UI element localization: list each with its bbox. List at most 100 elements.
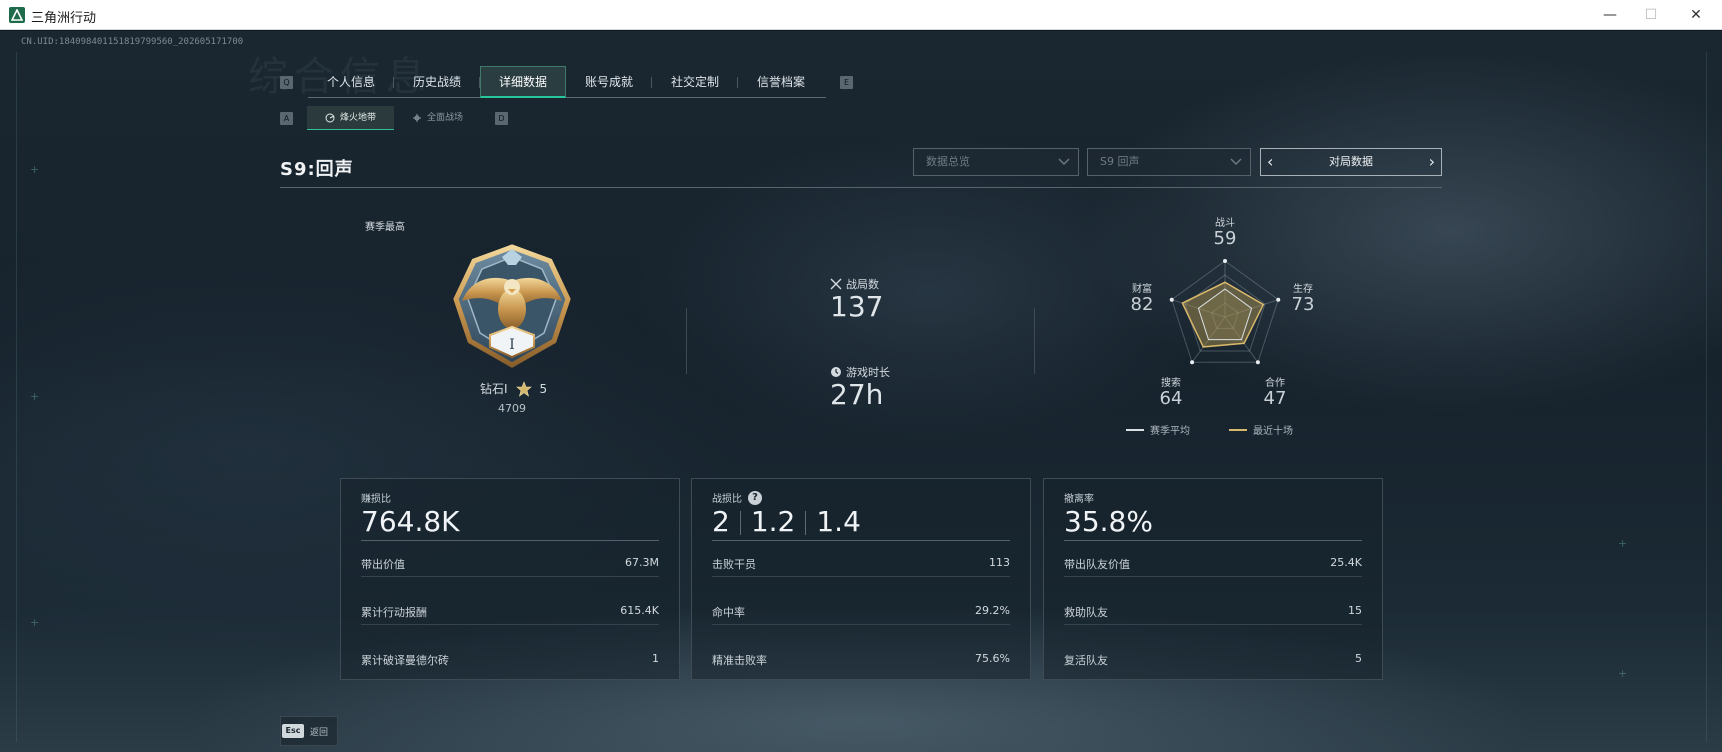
data-mode-select[interactable]: 数据总览 — [913, 148, 1079, 176]
stat-row-value: 615.4K — [620, 604, 659, 617]
stat-row-label: 带出队友价值 — [1064, 558, 1130, 571]
kd-values: 2 1.2 1.4 — [712, 505, 861, 538]
rank-badge-icon: I — [453, 244, 571, 368]
stat-row-label: 带出价值 — [361, 558, 405, 571]
profit-value: 764.8K — [361, 505, 460, 538]
stat-row: 带出队友价值 25.4K — [1064, 556, 1362, 592]
mode-subtabs: 烽火地带 全面战场 — [307, 106, 481, 130]
crossed-swords-icon — [830, 278, 842, 290]
stat-row: 命中率 29.2% — [712, 604, 1010, 640]
clock-icon — [831, 367, 841, 377]
tab-social[interactable]: 社交定制 — [652, 67, 738, 97]
profit-card: 赚损比 764.8K 带出价值 67.3M 累计行动报酬 615.4K 累计破译… — [340, 478, 680, 680]
subtab-next-key-hint: D — [495, 112, 508, 125]
legend-swatch-recent — [1229, 428, 1247, 431]
row-divider — [712, 624, 1010, 625]
kd-value-3: 1.4 — [816, 505, 861, 538]
rank-name-row: 钻石I 5 — [480, 380, 547, 397]
stat-row-value: 113 — [989, 556, 1010, 569]
radar-icon — [325, 113, 335, 122]
badge-numeral: I — [509, 337, 515, 353]
chevron-left-icon[interactable]: ‹ — [1267, 149, 1273, 175]
subtab-prev-key-hint: A — [280, 112, 293, 125]
header-divider — [280, 187, 1442, 188]
maximize-button[interactable]: ☐ — [1628, 0, 1674, 30]
legend-season-average: 赛季平均 — [1126, 422, 1190, 437]
user-uid: CN.UID:18409840115181979956​0_2026051717… — [21, 37, 244, 47]
esc-key: Esc — [282, 724, 304, 738]
stat-row-value: 29.2% — [975, 604, 1010, 617]
legend-swatch-average — [1126, 428, 1144, 431]
card-divider — [712, 540, 1010, 541]
row-divider — [1064, 624, 1362, 625]
minimize-button[interactable]: — — [1587, 0, 1633, 30]
ability-radar: 战斗 59 生存 73 合作 47 搜索 64 财富 82 — [1120, 212, 1420, 442]
radar-vertex-dot — [1190, 360, 1195, 365]
playtime-value: 27h — [830, 378, 884, 411]
stat-row-value: 1 — [652, 652, 659, 665]
stat-row-value: 15 — [1348, 604, 1362, 617]
frame-line-right — [1706, 52, 1707, 742]
match-count-value: 137 — [830, 290, 884, 323]
radar-label-wealth: 财富 — [1132, 284, 1152, 295]
profit-label: 赚损比 — [361, 494, 391, 505]
radar-label-cooperation: 合作 — [1265, 378, 1285, 389]
subtab-label: 烽火地带 — [340, 112, 377, 123]
stat-row: 救助队友 15 — [1064, 604, 1362, 640]
radar-vertex-dot — [1223, 259, 1227, 263]
kd-value-2: 1.2 — [750, 505, 796, 538]
window-title: 三角洲行动 — [31, 11, 97, 26]
season-title: S9:回声 — [280, 159, 354, 180]
stat-row: 击败干员 113 — [712, 556, 1010, 592]
subtab-operations[interactable]: 烽火地带 — [307, 106, 395, 130]
stat-row: 带出价值 67.3M — [361, 556, 659, 592]
stat-row-value: 75.6% — [975, 652, 1010, 665]
legend-recent-label: 最近十场 — [1253, 426, 1293, 437]
match-data-label[interactable]: 对局数据 — [1329, 155, 1373, 168]
rank-name: 钻石I — [480, 382, 508, 396]
stat-row-value: 25.4K — [1330, 556, 1362, 569]
tab-credit-record[interactable]: 信誉档案 — [738, 67, 824, 97]
season-select[interactable]: S9 回声 — [1087, 148, 1251, 176]
stat-row-value: 5 — [1355, 652, 1362, 665]
chevron-right-icon[interactable]: › — [1429, 149, 1435, 175]
row-divider — [361, 576, 659, 577]
tab-match-history[interactable]: 历史战绩 — [394, 67, 480, 97]
window-titlebar: 三角洲行动 — ☐ ✕ — [0, 0, 1722, 30]
star-icon — [515, 380, 532, 397]
close-button[interactable]: ✕ — [1673, 0, 1719, 30]
vertical-divider — [1034, 308, 1035, 374]
kd-separator — [805, 511, 807, 535]
stat-row-label: 救助队友 — [1064, 606, 1108, 619]
help-icon[interactable]: ? — [748, 490, 762, 505]
extraction-value: 35.8% — [1064, 505, 1153, 538]
stat-row: 累计破译曼德尔砖 1 — [361, 652, 659, 688]
row-divider — [1064, 576, 1362, 577]
stat-row-label: 击败干员 — [712, 558, 756, 571]
season-best-heading: 赛季最高 — [365, 222, 405, 233]
stat-row: 累计行动报酬 615.4K — [361, 604, 659, 640]
row-divider — [361, 624, 659, 625]
kd-value-1: 2 — [712, 505, 730, 538]
legend-average-label: 赛季平均 — [1150, 426, 1190, 437]
subtab-warfare[interactable]: 全面战场 — [394, 106, 481, 130]
frame-line-left — [16, 52, 17, 742]
kd-separator — [739, 511, 741, 535]
season-select-value: S9 回声 — [1100, 155, 1140, 168]
rank-stars: 5 — [539, 381, 548, 396]
stat-row-label: 累计行动报酬 — [361, 606, 427, 619]
app-logo-icon — [9, 7, 25, 23]
back-hint[interactable]: Esc 返回 — [282, 724, 328, 738]
decor-cross-icon: + — [1618, 667, 1628, 680]
chevron-down-icon — [1230, 158, 1242, 165]
tab-detailed-data[interactable]: 详细数据 — [480, 66, 566, 98]
tab-personal-info[interactable]: 个人信息 — [308, 67, 394, 97]
tab-achievements[interactable]: 账号成就 — [566, 67, 652, 97]
card-divider — [1064, 540, 1362, 541]
radar-value-cooperation: 47 — [1263, 388, 1287, 409]
row-divider — [712, 576, 1010, 577]
crosshair-icon — [413, 114, 422, 122]
radar-value-wealth: 82 — [1130, 294, 1154, 315]
stat-row-label: 复活队友 — [1064, 654, 1108, 667]
kd-label: 战损比 — [712, 494, 742, 505]
